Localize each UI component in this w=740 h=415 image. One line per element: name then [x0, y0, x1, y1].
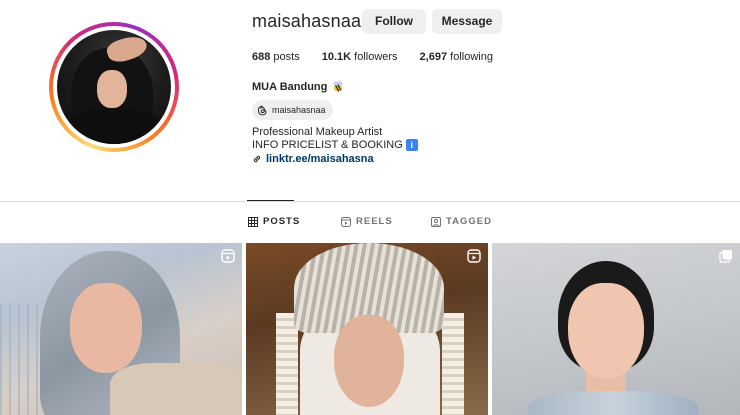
tab-posts[interactable]: POSTS: [248, 216, 300, 227]
post-thumbnail[interactable]: [492, 243, 740, 415]
carousel-icon: [719, 250, 732, 263]
threads-handle: maisahasnaa: [272, 105, 326, 115]
following-count[interactable]: 2,697 following: [420, 51, 493, 63]
link-icon: [253, 155, 261, 163]
info-emoji-icon: i: [405, 139, 418, 151]
profile-full-name: MUA Bandung: [252, 80, 345, 94]
avatar[interactable]: [57, 30, 171, 144]
active-tab-indicator: [247, 200, 294, 201]
bio-link-text: linktr.ee/maisahasna: [266, 153, 374, 165]
followers-count-label: followers: [354, 51, 398, 63]
bio-line-2-text: INFO PRICELIST & BOOKING: [252, 139, 403, 151]
following-count-value: 2,697: [419, 51, 448, 63]
reels-icon: [467, 249, 481, 263]
tabs-divider: [0, 201, 740, 202]
bio-line-1: Professional Makeup Artist: [252, 126, 383, 138]
tab-reels-label: REELS: [356, 216, 393, 227]
tab-tagged[interactable]: TAGGED: [431, 216, 492, 227]
profile-avatar-story-ring[interactable]: [49, 22, 179, 152]
bio-link[interactable]: linktr.ee/maisahasna: [252, 153, 374, 165]
tab-reels[interactable]: REELS: [341, 216, 393, 227]
grid-icon: [248, 216, 258, 227]
reels-icon: [341, 216, 351, 227]
profile-username: maisahasnaa: [252, 11, 362, 31]
followers-count[interactable]: 10.1K followers: [322, 51, 398, 63]
posts-count-value: 688: [252, 51, 271, 63]
posts-count-label: posts: [273, 51, 300, 63]
tab-posts-label: POSTS: [263, 216, 301, 227]
following-count-label: following: [450, 51, 493, 63]
bee-emoji-icon: [333, 81, 343, 92]
followers-count-value: 10.1K: [321, 51, 352, 63]
threads-icon: [257, 105, 267, 115]
threads-profile-link[interactable]: maisahasnaa: [252, 100, 333, 120]
tagged-icon: [431, 216, 441, 227]
full-name-text: MUA Bandung: [252, 81, 328, 93]
bio-line-2: INFO PRICELIST & BOOKING i: [252, 139, 418, 151]
reels-icon: [221, 249, 235, 263]
tab-tagged-label: TAGGED: [446, 216, 492, 227]
posts-count: 688 posts: [252, 51, 300, 63]
follow-button[interactable]: Follow: [362, 9, 426, 34]
post-thumbnail[interactable]: [246, 243, 488, 415]
post-thumbnail[interactable]: [0, 243, 242, 415]
message-button[interactable]: Message: [432, 9, 502, 34]
profile-stats: 688 posts 10.1K followers 2,697 followin…: [252, 51, 515, 63]
